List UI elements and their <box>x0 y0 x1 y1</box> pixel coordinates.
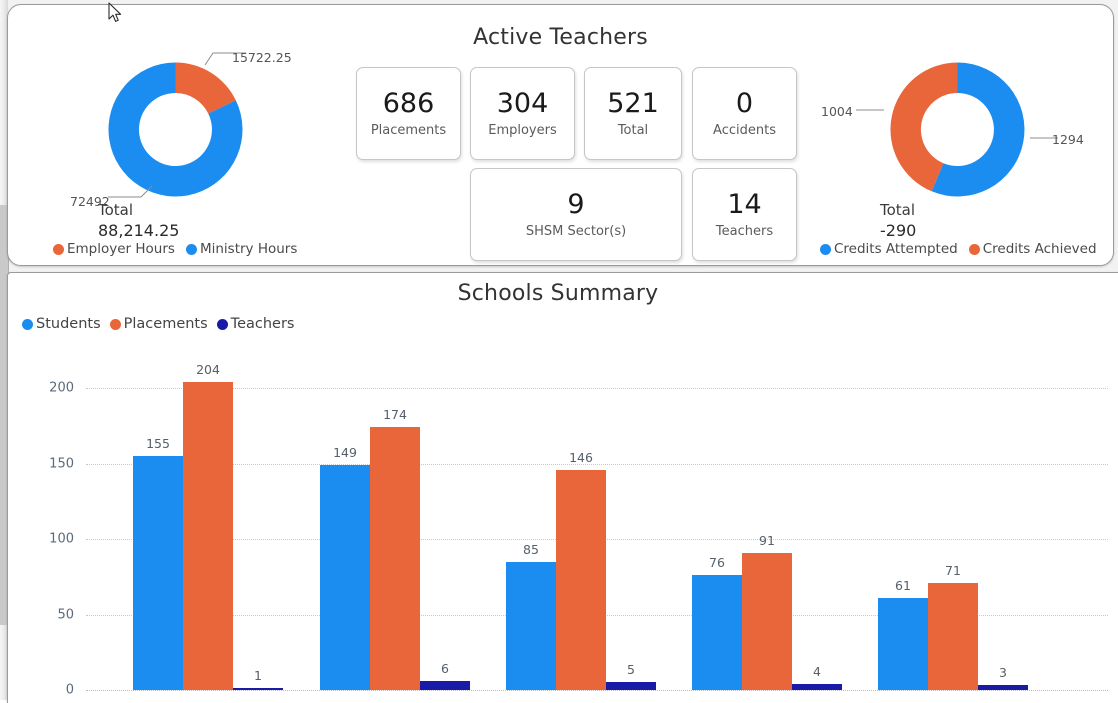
kpi-value: 521 <box>607 87 659 119</box>
kpi-value: 14 <box>727 188 762 220</box>
chart-plot-area: 0 50 100 150 200 155 204 1 149 174 6 85 146 5 76 91 4 61 7… <box>8 273 1118 700</box>
hours-donut-callout-employer: 15722.25 <box>232 50 292 65</box>
hours-donut-legend: Employer Hours Ministry Hours <box>53 241 304 257</box>
kpi-caption: Teachers <box>715 224 774 240</box>
hours-donut-svg <box>108 62 243 197</box>
kpi-value: 304 <box>496 87 549 119</box>
y-axis-tick-label: 150 <box>49 456 74 471</box>
bar-value-label: 4 <box>813 663 821 679</box>
bar-teachers-group-2[interactable] <box>420 680 470 690</box>
bar-value-label: 61 <box>895 577 911 593</box>
bar-teachers-group-5[interactable] <box>978 685 1028 690</box>
kpi-card-shsm-sectors[interactable]: 9 SHSM Sector(s) <box>470 168 682 261</box>
schools-summary-chart: Schools Summary Students Placements Teac… <box>8 273 1118 700</box>
legend-label: Credits Achieved <box>982 241 1097 257</box>
legend-dot-icon <box>820 243 831 255</box>
credits-donut-center: Total -290 <box>880 201 953 274</box>
mouse-cursor-icon <box>108 2 122 22</box>
y-axis-tick-label: 50 <box>57 607 74 622</box>
kpi-card-teachers[interactable]: 14 Teachers <box>692 168 797 261</box>
kpi-caption: Total <box>617 123 649 139</box>
chart-gridline <box>86 388 1108 389</box>
bar-placements-group-2[interactable] <box>370 427 420 690</box>
chart-gridline <box>86 463 1108 465</box>
bar-value-label: 204 <box>196 361 220 377</box>
legend-item-ministry-hours[interactable]: Ministry Hours <box>185 241 298 257</box>
kpi-value: 686 <box>382 87 435 119</box>
bar-teachers-group-3[interactable] <box>606 682 656 690</box>
kpi-card-total[interactable]: 521 Total <box>584 67 682 160</box>
bar-value-label: 85 <box>523 541 539 557</box>
hours-donut-center-value: 88,214.25 <box>98 220 180 240</box>
bar-students-group-3[interactable] <box>506 561 556 690</box>
bar-value-label: 155 <box>146 435 170 451</box>
bar-value-label: 91 <box>759 532 775 548</box>
legend-label: Employer Hours <box>67 241 175 257</box>
bar-students-group-1[interactable] <box>133 455 183 690</box>
page-title: Active Teachers <box>473 25 648 50</box>
kpi-caption: Employers <box>488 123 557 139</box>
bar-placements-group-1[interactable] <box>183 381 233 690</box>
legend-item-employer-hours[interactable]: Employer Hours <box>53 241 175 257</box>
kpi-caption: Accidents <box>713 123 776 139</box>
bar-placements-group-5[interactable] <box>928 582 978 690</box>
bar-value-label: 1 <box>254 668 262 683</box>
credits-donut-svg <box>890 62 1025 197</box>
chart-axis-line <box>86 690 1108 691</box>
y-axis-tick-label: 0 <box>65 682 74 698</box>
bar-students-group-2[interactable] <box>320 465 370 690</box>
kpi-caption: Placements <box>370 123 447 139</box>
bar-value-label: 149 <box>333 445 357 460</box>
bar-teachers-group-1[interactable] <box>233 688 283 690</box>
bar-value-label: 6 <box>441 660 449 676</box>
bar-value-label: 146 <box>569 449 593 465</box>
legend-label: Ministry Hours <box>199 241 298 257</box>
credits-donut-center-label: Total <box>880 201 916 219</box>
bar-value-label: 5 <box>627 662 635 678</box>
credits-donut-callout-attempted: 1294 <box>1052 132 1084 147</box>
bar-placements-group-3[interactable] <box>556 469 606 690</box>
bar-students-group-5[interactable] <box>878 597 928 690</box>
bar-students-group-4[interactable] <box>692 575 742 690</box>
bar-value-label: 174 <box>383 407 407 423</box>
dashboard-root: Active Teachers Total 88,214.25 15722.25 <box>0 0 1118 703</box>
kpi-card-placements[interactable]: 686 Placements <box>356 67 461 160</box>
y-axis-tick-label: 100 <box>49 531 74 547</box>
bar-teachers-group-4[interactable] <box>792 683 842 690</box>
kpi-value: 0 <box>735 87 754 119</box>
kpi-caption: SHSM Sector(s) <box>525 224 627 240</box>
bar-value-label: 76 <box>709 555 725 571</box>
kpi-card-accidents[interactable]: 0 Accidents <box>692 67 797 160</box>
legend-dot-icon <box>968 243 980 255</box>
credits-donut-legend: Credits Attempted Credits Achieved <box>820 241 1104 257</box>
kpi-value: 9 <box>567 188 585 220</box>
hours-donut-center: Total 88,214.25 <box>98 201 180 274</box>
active-teachers-panel: Active Teachers Total 88,214.25 15722.25 <box>7 4 1114 266</box>
legend-item-credits-attempted[interactable]: Credits Attempted <box>820 241 958 257</box>
credits-donut-center-value: -290 <box>880 220 917 240</box>
legend-dot-icon <box>53 243 64 255</box>
bar-value-label: 3 <box>999 665 1007 681</box>
legend-dot-icon <box>185 243 197 255</box>
legend-item-credits-achieved[interactable]: Credits Achieved <box>968 241 1097 257</box>
bar-placements-group-4[interactable] <box>742 552 792 690</box>
y-axis-tick-label: 200 <box>49 380 74 396</box>
legend-label: Credits Attempted <box>834 241 958 257</box>
credits-donut-chart: Total -290 <box>880 62 1035 240</box>
credits-donut-callout-achieved: 1004 <box>821 104 853 119</box>
kpi-card-employers[interactable]: 304 Employers <box>470 67 575 160</box>
hours-donut-chart: Total 88,214.25 <box>98 62 253 240</box>
bar-value-label: 71 <box>945 562 961 578</box>
hours-donut-callout-ministry: 72492 <box>70 194 110 209</box>
